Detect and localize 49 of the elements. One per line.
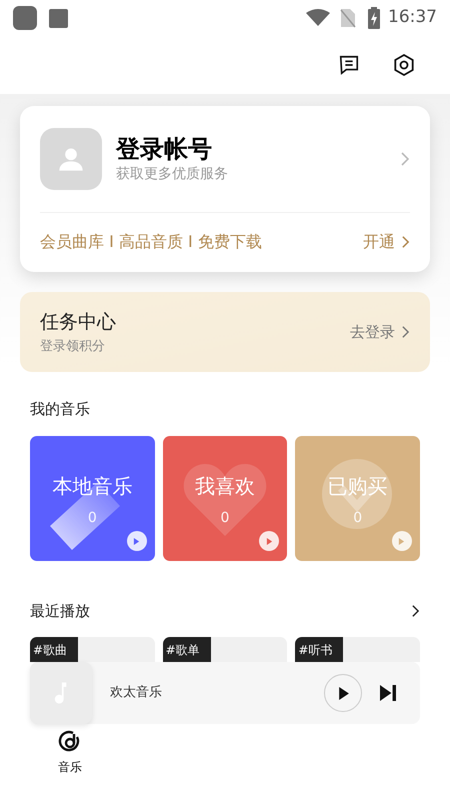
chevron-right-icon <box>401 325 410 339</box>
heart-icon <box>182 462 267 538</box>
chevron-right-icon <box>401 235 410 249</box>
circle-check-icon <box>321 458 394 530</box>
login-subtitle: 获取更多优质服务 <box>116 164 229 184</box>
task-center-subtitle: 登录领积分 <box>40 338 106 356</box>
settings-button[interactable] <box>392 53 416 77</box>
vip-benefits: 会员曲库 I 高品音质 I 免费下载 <box>40 231 263 253</box>
music-tile[interactable]: 本地音乐 0 <box>30 436 155 561</box>
go-login-link[interactable]: 去登录 <box>350 320 410 344</box>
play-button[interactable] <box>324 674 362 712</box>
chevron-right-icon <box>400 151 410 167</box>
play-icon <box>259 531 280 551</box>
recent-card[interactable]: #歌曲 <box>30 637 155 662</box>
play-icon <box>338 686 348 700</box>
login-title: 登录帐号 <box>116 134 213 164</box>
tile-count: 0 <box>353 509 362 528</box>
message-icon <box>338 54 360 76</box>
status-time: 16:37 <box>388 6 437 30</box>
settings-icon <box>392 53 416 77</box>
category-tag: #听书 <box>295 637 344 662</box>
mini-player[interactable]: 欢太音乐 <box>30 662 420 724</box>
battery-charging-icon <box>368 7 380 29</box>
recent-card[interactable]: #歌单 <box>162 637 288 662</box>
tile-label: 本地音乐 <box>52 473 132 500</box>
account-card[interactable]: 登录帐号 获取更多优质服务 会员曲库 I 高品音质 I 免费下载 开通 <box>20 106 430 272</box>
section-title: 最近播放 <box>30 600 91 622</box>
tile-count: 0 <box>220 509 230 528</box>
task-center-title: 任务中心 <box>40 310 117 335</box>
section-title: 我的音乐 <box>30 399 91 420</box>
app-notification-icon <box>49 8 68 28</box>
recent-card[interactable]: #听书 <box>295 637 420 662</box>
tile-label: 已购买 <box>328 473 388 500</box>
task-center-card[interactable]: 任务中心 登录领积分 去登录 <box>20 292 430 372</box>
skip-next-icon <box>380 685 396 701</box>
next-track-button[interactable] <box>378 683 398 703</box>
tile-count: 0 <box>88 509 97 528</box>
wifi-icon <box>306 9 330 27</box>
play-icon <box>126 531 147 551</box>
music-disc-icon <box>58 730 82 754</box>
nav-tab[interactable]: 音乐 <box>30 730 110 776</box>
category-tag: #歌单 <box>162 637 211 662</box>
more-chevron-icon <box>411 604 420 618</box>
no-sim-icon <box>340 8 356 28</box>
app-notification-icon <box>13 6 37 30</box>
track-title: 欢太音乐 <box>110 684 163 702</box>
play-icon <box>392 531 412 551</box>
tile-label: 我喜欢 <box>194 473 255 500</box>
category-tag: #歌曲 <box>30 637 78 662</box>
